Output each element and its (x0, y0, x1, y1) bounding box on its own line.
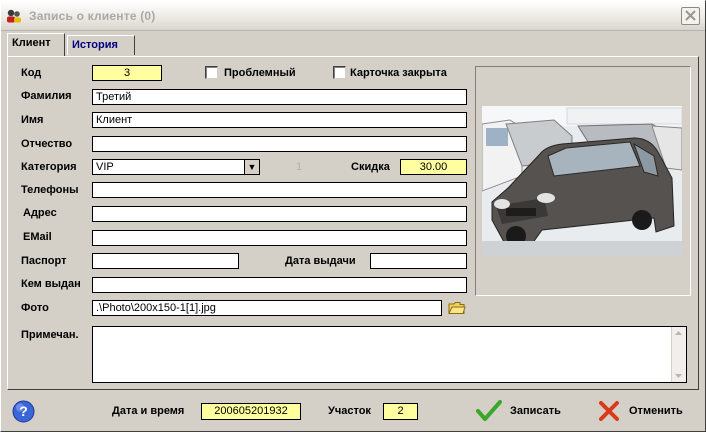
phones-label: Телефоны (21, 184, 79, 196)
issue-date-field[interactable] (370, 253, 467, 269)
datetime-field[interactable]: 200605201932 (201, 403, 301, 420)
checkmark-icon (476, 400, 502, 421)
help-icon[interactable]: ? (12, 400, 35, 426)
tab-client[interactable]: Клиент (7, 33, 65, 56)
patronymic-field[interactable] (92, 136, 467, 152)
surname-field[interactable]: Третий (92, 89, 467, 105)
category-label: Категория (21, 161, 77, 173)
close-icon (685, 10, 696, 21)
issued-by-label: Кем выдан (21, 278, 81, 290)
problem-checkbox[interactable] (205, 66, 218, 79)
site-field[interactable]: 2 (383, 403, 418, 420)
save-label: Записать (510, 405, 561, 417)
category-value: VIP (96, 161, 114, 173)
email-field[interactable] (92, 230, 467, 246)
window-title: Запись о клиенте (0) (29, 9, 156, 23)
issue-date-label: Дата выдачи (285, 255, 356, 267)
car-photo (482, 106, 682, 256)
category-number: 1 (296, 161, 303, 173)
address-field[interactable] (92, 206, 467, 222)
problem-label: Проблемный (224, 67, 296, 79)
email-label: EMail (23, 231, 52, 243)
cancel-button[interactable]: Отменить (597, 399, 697, 423)
discount-label: Скидка (351, 161, 390, 173)
close-button[interactable] (681, 7, 700, 25)
name-field[interactable]: Клиент (92, 112, 467, 128)
patronymic-label: Отчество (21, 138, 73, 150)
cancel-x-icon (599, 401, 619, 421)
photo-preview-frame (475, 66, 691, 296)
notes-textarea[interactable] (92, 326, 687, 383)
phones-field[interactable] (92, 182, 467, 198)
bottom-bar: ? Дата и время 200605201932 Участок 2 За… (1, 393, 705, 431)
name-label: Имя (21, 114, 44, 126)
folder-icon[interactable] (448, 301, 466, 318)
code-label: Код (21, 67, 42, 79)
site-label: Участок (328, 405, 371, 417)
datetime-label: Дата и время (112, 405, 185, 417)
surname-label: Фамилия (21, 90, 72, 102)
discount-field[interactable]: 30.00 (400, 159, 467, 175)
svg-text:?: ? (19, 403, 28, 419)
category-select[interactable]: VIP ▼ (92, 159, 260, 175)
card-closed-checkbox[interactable] (333, 66, 346, 79)
passport-field[interactable] (92, 253, 239, 269)
passport-label: Паспорт (21, 255, 67, 267)
code-field[interactable]: 3 (92, 65, 162, 81)
card-closed-label: Карточка закрыта (350, 67, 447, 79)
title-bar: Запись о клиенте (0) (1, 1, 705, 31)
notes-scrollbar[interactable] (671, 327, 686, 382)
notes-label: Примечан. (21, 329, 79, 341)
save-button[interactable]: Записать (476, 399, 576, 423)
photo-label: Фото (21, 302, 49, 314)
issued-by-field[interactable] (92, 277, 467, 293)
users-icon (5, 8, 23, 24)
client-record-window: Запись о клиенте (0) Клиент История Код … (0, 0, 706, 432)
cancel-label: Отменить (629, 405, 683, 417)
tab-history[interactable]: История (67, 35, 135, 55)
photo-path-field[interactable]: .\Photo\200x150-1[1].jpg (92, 300, 442, 316)
address-label: Адрес (23, 207, 57, 219)
chevron-down-icon[interactable]: ▼ (244, 160, 259, 174)
